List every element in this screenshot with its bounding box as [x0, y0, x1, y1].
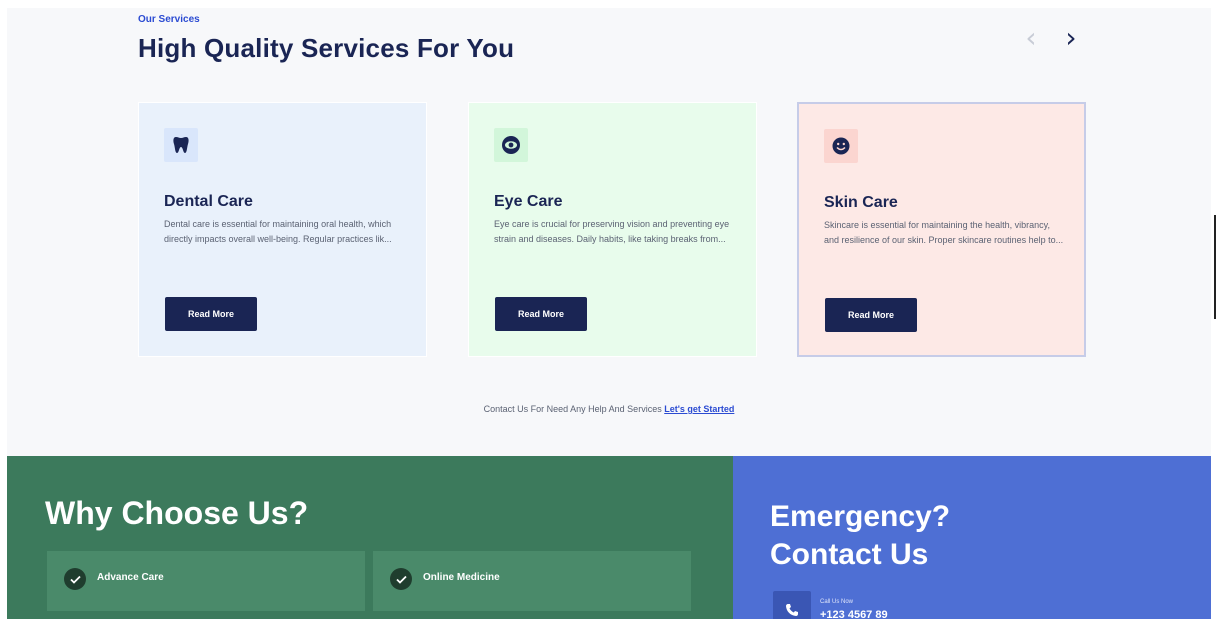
feature-item: Online Medicine [373, 551, 691, 611]
emergency-title-line-2: Contact Us [770, 538, 929, 571]
feature-label: Advance Care [97, 572, 164, 583]
section-eyebrow: Our Services [138, 14, 200, 25]
service-card-dental: Dental Care Dental care is essential for… [138, 102, 427, 357]
contact-help-text: Contact Us For Need Any Help And Service… [483, 404, 662, 414]
scrollbar[interactable] [1214, 215, 1216, 319]
read-more-button[interactable]: Read More [165, 297, 257, 331]
service-card-eye: Eye Care Eye care is crucial for preserv… [468, 102, 757, 357]
read-more-button[interactable]: Read More [825, 298, 917, 332]
card-description: Eye care is crucial for preserving visio… [494, 219, 730, 244]
card-description: Skincare is essential for maintaining th… [824, 220, 1064, 245]
read-more-button[interactable]: Read More [495, 297, 587, 331]
why-choose-us-section: Why Choose Us? Advance Care Online Medic… [7, 456, 733, 619]
card-description: Dental care is essential for maintaining… [164, 219, 392, 244]
card-title: Dental Care [164, 193, 253, 210]
emergency-title-line-1: Emergency? [770, 500, 951, 533]
feature-label: Online Medicine [423, 572, 500, 583]
chevron-right-icon[interactable]: › [1059, 24, 1083, 52]
card-title: Skin Care [824, 194, 898, 211]
check-circle-icon [64, 568, 86, 590]
eye-icon [494, 128, 528, 162]
feature-item: Advance Care [47, 551, 365, 611]
chevron-left-icon[interactable]: ‹ [1019, 24, 1043, 52]
call-label: Call Us Now [820, 599, 854, 605]
get-started-link[interactable]: Let's get Started [664, 404, 734, 414]
contact-help-line: Contact Us For Need Any Help And Service… [7, 404, 1211, 414]
tooth-icon [164, 128, 198, 162]
emergency-contact-section: Emergency? Contact Us Call Us Now +123 4… [733, 456, 1211, 619]
phone-icon[interactable] [773, 591, 811, 619]
services-section: Our Services High Quality Services For Y… [7, 8, 1211, 456]
emergency-title: Emergency? Contact Us [770, 498, 950, 574]
phone-number[interactable]: +123 4567 89 [820, 609, 888, 619]
card-title: Eye Care [494, 193, 563, 210]
check-circle-icon [390, 568, 412, 590]
why-title: Why Choose Us? [45, 495, 309, 531]
smile-icon [824, 129, 858, 163]
section-title: High Quality Services For You [138, 33, 515, 63]
service-card-skin: Skin Care Skincare is essential for main… [797, 102, 1086, 357]
